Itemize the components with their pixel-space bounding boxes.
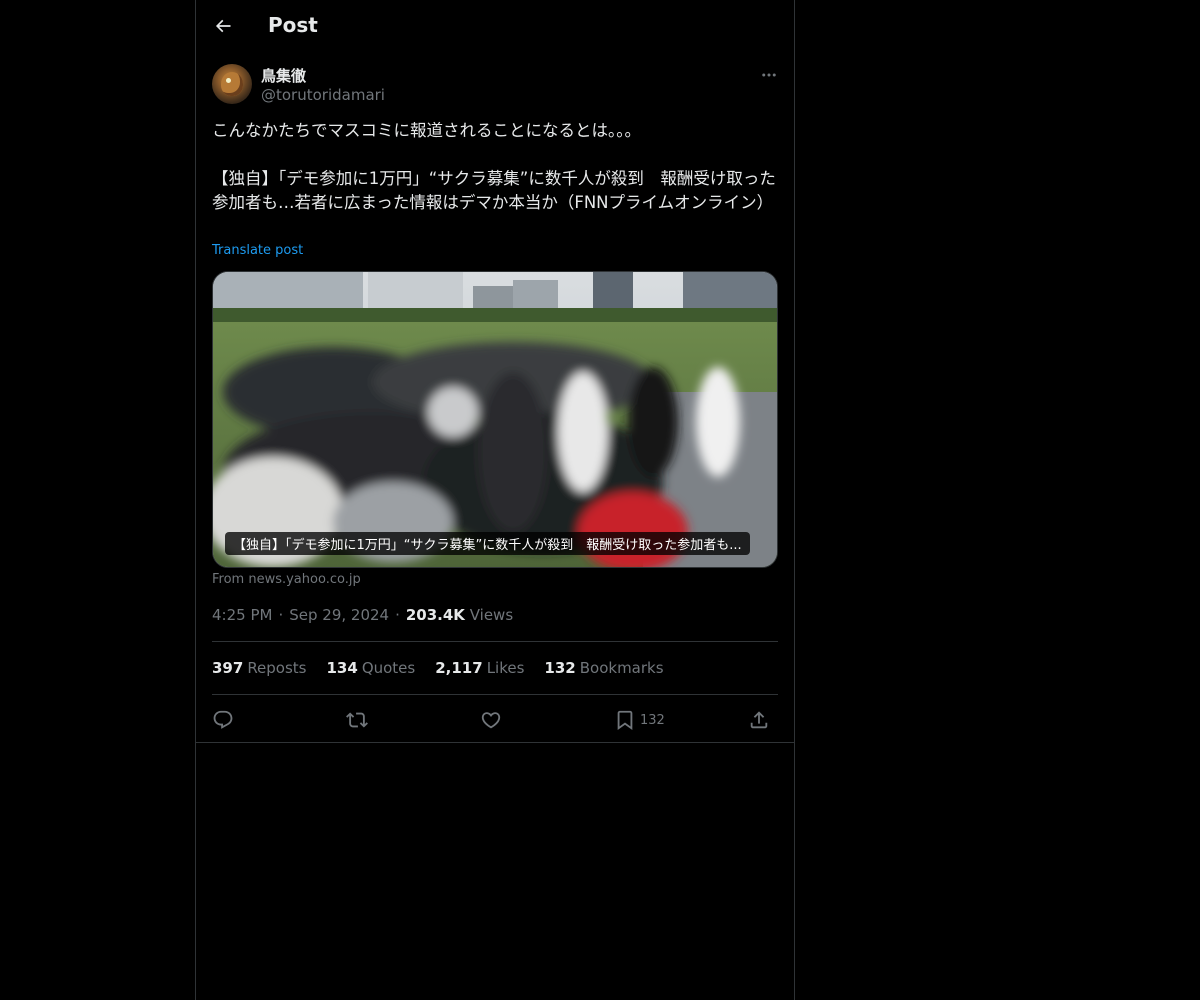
bookmarks-stat[interactable]: 132 Bookmarks xyxy=(544,659,663,677)
repost-icon xyxy=(346,712,368,728)
post-header: Post xyxy=(196,0,794,53)
likes-stat[interactable]: 2,117 Likes xyxy=(435,659,524,677)
repost-button[interactable] xyxy=(346,705,368,735)
reposts-label: Reposts xyxy=(247,659,307,677)
bookmarks-count: 132 xyxy=(544,659,576,677)
likes-label: Likes xyxy=(486,659,525,677)
views-label: Views xyxy=(469,606,514,624)
avatar[interactable] xyxy=(212,64,252,104)
bookmark-icon xyxy=(617,710,633,731)
divider xyxy=(212,641,778,642)
quotes-label: Quotes xyxy=(361,659,416,677)
share-button[interactable] xyxy=(748,705,770,735)
reposts-count: 397 xyxy=(212,659,244,677)
page-title: Post xyxy=(268,13,318,37)
bookmark-button[interactable]: 132 xyxy=(614,705,665,735)
reply-button[interactable] xyxy=(212,705,234,735)
avatar-eye-shape xyxy=(226,78,231,83)
action-bar: 132 xyxy=(212,705,778,735)
author-display-name[interactable]: 鳥集徹 xyxy=(261,65,306,86)
post-meta: 4:25 PM · Sep 29, 2024 · 203.4K Views xyxy=(212,606,513,624)
more-icon xyxy=(762,73,776,77)
quotes-count: 134 xyxy=(326,659,358,677)
meta-separator: · xyxy=(278,606,284,624)
arrow-left-icon xyxy=(215,19,231,33)
post-text: こんなかたちでマスコミに報道されることになるとは。。。 【独自】「デモ参加に1万… xyxy=(212,121,776,212)
divider xyxy=(196,742,794,743)
post-time[interactable]: 4:25 PM xyxy=(212,606,272,624)
card-source[interactable]: From news.yahoo.co.jp xyxy=(212,572,361,587)
card-title-caption: 【独自】「デモ参加に1万円」“サクラ募集”に数千人が殺到 報酬受け取った参加者も… xyxy=(225,532,750,555)
share-icon xyxy=(750,711,768,729)
author-handle[interactable]: @torutoridamari xyxy=(261,86,385,104)
bookmarks-label: Bookmarks xyxy=(579,659,664,677)
engagement-stats: 397 Reposts 134 Quotes 2,117 Likes 132 Bookm… xyxy=(212,659,664,677)
translate-post-link[interactable]: Translate post xyxy=(212,243,303,258)
post-date[interactable]: Sep 29, 2024 xyxy=(289,606,389,624)
avatar-bird-shape xyxy=(221,72,243,96)
likes-count: 2,117 xyxy=(435,659,483,677)
back-button[interactable] xyxy=(208,11,238,41)
reply-icon xyxy=(213,710,233,729)
reposts-stat[interactable]: 397 Reposts xyxy=(212,659,307,677)
divider xyxy=(212,694,778,695)
quotes-stat[interactable]: 134 Quotes xyxy=(327,659,416,677)
card-image xyxy=(213,272,777,567)
primary-column: Post 鳥集徹 @torutoridamari こんなかたちでマスコミに報道さ… xyxy=(195,0,795,1000)
views-count: 203.4K xyxy=(405,606,465,624)
link-card[interactable]: 【独自】「デモ参加に1万円」“サクラ募集”に数千人が殺到 報酬受け取った参加者も… xyxy=(212,271,778,568)
heart-icon xyxy=(481,712,501,729)
bookmark-action-count: 132 xyxy=(640,712,665,728)
meta-separator: · xyxy=(395,606,400,624)
like-button[interactable] xyxy=(480,705,502,735)
more-options-button[interactable] xyxy=(756,64,782,86)
